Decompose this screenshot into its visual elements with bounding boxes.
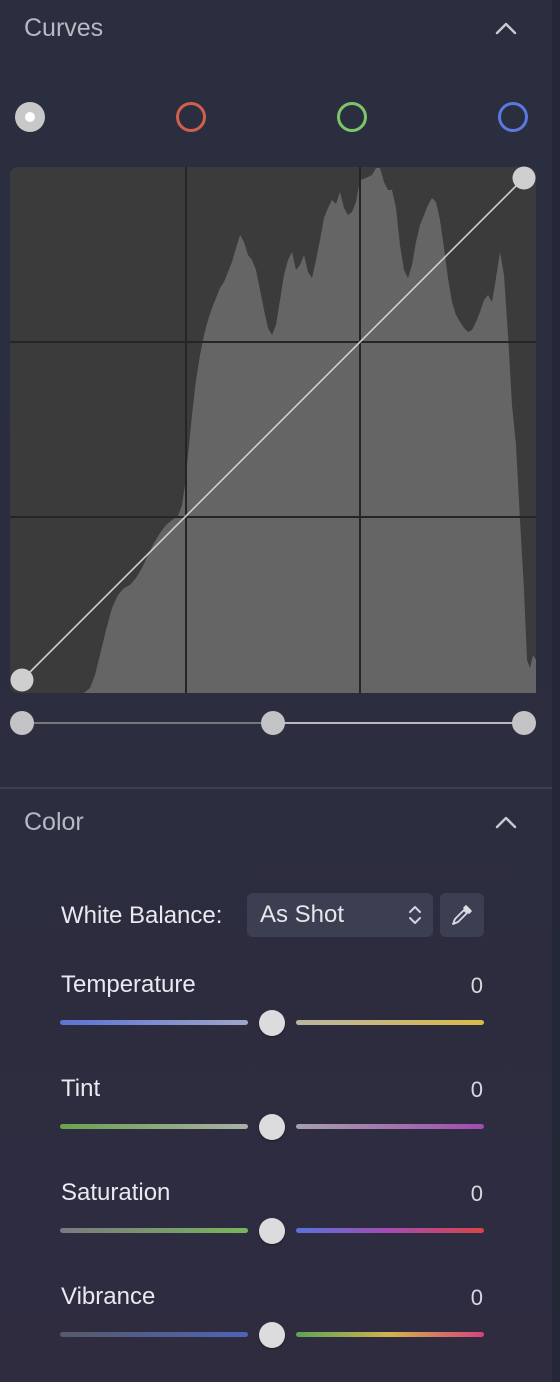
section-divider (0, 787, 552, 789)
vibrance-label: Vibrance (61, 1283, 156, 1310)
temperature-track-right[interactable] (296, 1020, 484, 1025)
saturation-handle[interactable] (259, 1218, 285, 1244)
saturation-value: 0 (470, 1181, 483, 1206)
up-down-arrows-icon (409, 906, 421, 924)
channel-red-button[interactable] (176, 102, 206, 132)
input-range-slider[interactable] (0, 706, 552, 740)
vibrance-track-right[interactable] (296, 1332, 484, 1337)
black-point-handle[interactable] (10, 711, 34, 735)
white-balance-value: As Shot (260, 901, 345, 928)
tint-handle[interactable] (259, 1114, 285, 1140)
tint-track-left[interactable] (60, 1124, 248, 1129)
vibrance-track-left[interactable] (60, 1332, 248, 1337)
tint-value: 0 (470, 1077, 483, 1102)
saturation-track-left[interactable] (60, 1228, 248, 1233)
channel-rgb-button[interactable] (15, 102, 45, 132)
white-balance-eyedropper-button[interactable] (440, 893, 484, 937)
white-balance-select[interactable]: As Shot (247, 893, 433, 937)
vibrance-value: 0 (470, 1285, 483, 1310)
panel-edge (552, 0, 560, 1382)
eyedropper-icon (452, 905, 472, 925)
tint-track-right[interactable] (296, 1124, 484, 1129)
white-balance-label: White Balance: (61, 902, 223, 929)
channel-blue-button[interactable] (498, 102, 528, 132)
white-point-handle[interactable] (512, 711, 536, 735)
curve-point-white[interactable] (512, 166, 536, 190)
collapse-curves-chevron-icon[interactable] (495, 21, 517, 35)
temperature-handle[interactable] (259, 1010, 285, 1036)
temperature-track-left[interactable] (60, 1020, 248, 1025)
temperature-label: Temperature (61, 971, 196, 998)
curves-graph[interactable] (0, 160, 552, 705)
curve-point-black[interactable] (10, 668, 34, 692)
channel-green-button[interactable] (337, 102, 367, 132)
collapse-color-chevron-icon[interactable] (495, 815, 517, 829)
saturation-track-right[interactable] (296, 1228, 484, 1233)
selected-dot-icon (25, 112, 35, 122)
curves-section-title: Curves (24, 14, 104, 42)
saturation-label: Saturation (61, 1179, 171, 1206)
color-section-title: Color (24, 808, 84, 836)
vibrance-handle[interactable] (259, 1322, 285, 1348)
tint-label: Tint (61, 1075, 101, 1102)
temperature-value: 0 (470, 973, 483, 998)
midtone-handle[interactable] (261, 711, 285, 735)
